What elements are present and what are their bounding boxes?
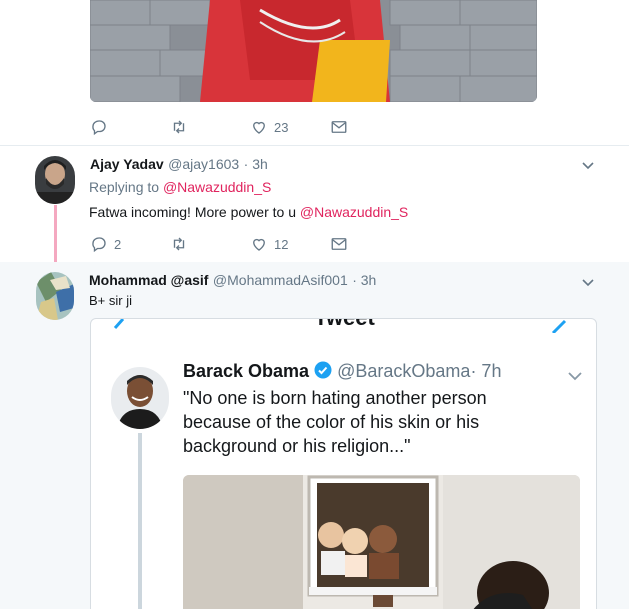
top-tweet-actions: 23: [90, 117, 410, 137]
avatar[interactable]: [35, 156, 75, 204]
reply-button[interactable]: [90, 118, 170, 136]
screenshot-tweet-text: "No one is born hating another person be…: [183, 388, 487, 456]
screenshot-header-title: Tweet: [91, 319, 596, 331]
screenshot-avatar: [111, 367, 169, 429]
timestamp[interactable]: · 3h: [244, 156, 268, 172]
username[interactable]: @MohammadAsif001: [213, 272, 348, 288]
tweet-text: Fatwa incoming! More power to u @Nawazud…: [89, 204, 408, 220]
like-button[interactable]: 23: [250, 118, 330, 136]
direct-message-button[interactable]: [330, 118, 410, 136]
replying-to-label: Replying to: [89, 179, 160, 195]
tweet-header: Mohammad @asif @MohammadAsif001 · 3h: [89, 272, 376, 290]
retweet-icon: [173, 120, 185, 134]
username[interactable]: @ajay1603: [168, 156, 239, 172]
chevron-down-icon: [582, 162, 594, 170]
tweet-header: Ajay Yadav @ajay1603 · 3h: [90, 156, 268, 174]
timestamp[interactable]: · 3h: [352, 272, 376, 288]
divider: [0, 145, 629, 146]
replying-to: Replying to @Nawazuddin_S: [89, 179, 271, 195]
mention-link[interactable]: @Nawazuddin_S: [300, 204, 408, 220]
envelope-icon: [331, 121, 347, 133]
retweet-icon: [173, 237, 185, 251]
avatar[interactable]: [36, 272, 74, 320]
tweet-text-body: Fatwa incoming! More power to u: [89, 204, 296, 220]
chevron-down-icon: [582, 279, 594, 287]
screenshot-thread-line: [138, 433, 142, 609]
retweet-button[interactable]: [170, 235, 250, 253]
attached-screenshot-image[interactable]: Tweet Barack Obama @BarackObama· 7h "No …: [90, 318, 597, 609]
retweet-button[interactable]: [170, 118, 250, 136]
display-name[interactable]: Ajay Yadav: [90, 156, 164, 172]
tweet-text: B+ sir ji: [89, 293, 132, 308]
thread-connector: [54, 205, 57, 269]
screenshot-timestamp: · 7h: [470, 361, 502, 381]
reply-count: 2: [114, 236, 122, 252]
display-name[interactable]: Mohammad @asif: [89, 272, 208, 288]
tweet-actions: 2 12: [90, 234, 410, 254]
like-count: 12: [274, 236, 289, 252]
envelope-icon: [331, 238, 347, 250]
verified-badge-icon: [314, 361, 332, 379]
reply-button[interactable]: 2: [90, 235, 170, 253]
heart-icon: [253, 238, 265, 251]
screenshot-display-name: Barack Obama: [183, 361, 310, 381]
more-options-button[interactable]: [581, 158, 595, 177]
back-arrow-icon: [113, 319, 125, 329]
direct-message-button[interactable]: [330, 235, 410, 253]
like-count: 23: [274, 119, 289, 135]
screenshot-tweet-header: Barack Obama @BarackObama· 7h: [183, 361, 501, 382]
more-options-button[interactable]: [581, 275, 595, 294]
compose-icon: [551, 319, 567, 333]
heart-icon: [253, 121, 265, 134]
mention-link[interactable]: @Nawazuddin_S: [163, 179, 271, 195]
like-button[interactable]: 12: [250, 235, 330, 253]
chevron-down-icon: [568, 372, 582, 381]
reply-icon: [92, 120, 106, 136]
reply-icon: [92, 237, 106, 253]
top-tweet-media-image[interactable]: [90, 0, 537, 102]
screenshot-username: @BarackObama: [337, 361, 471, 381]
screenshot-photo: [183, 475, 580, 609]
